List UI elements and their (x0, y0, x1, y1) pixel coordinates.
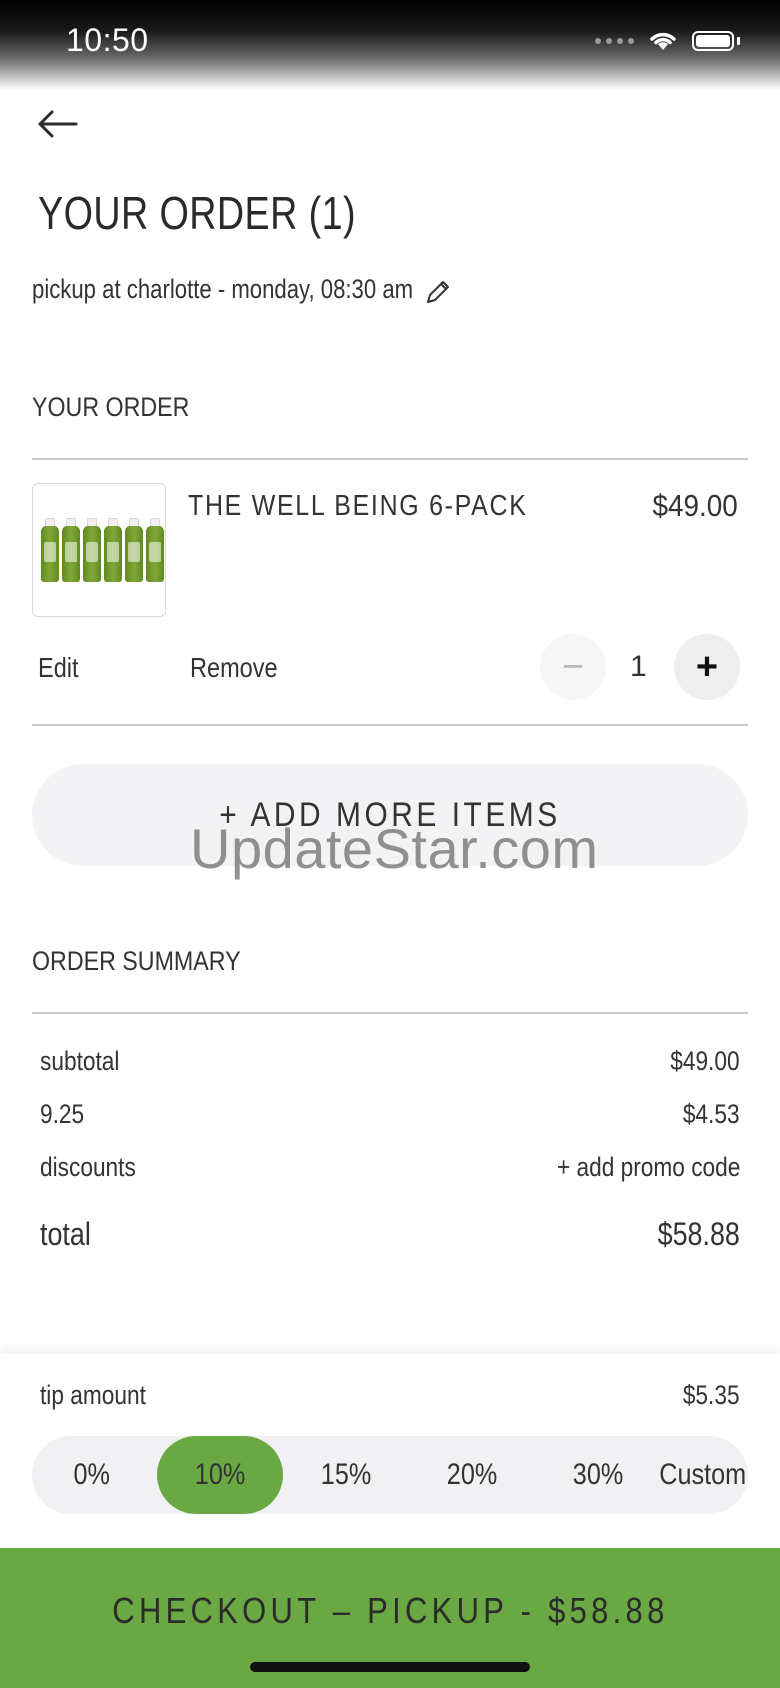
summary-label: discounts (40, 1152, 136, 1182)
item-quantity: 1 (630, 650, 647, 683)
summary-label: subtotal (40, 1046, 120, 1076)
summary-row-total: total $58.88 (40, 1216, 740, 1253)
edit-item-button[interactable]: Edit (38, 652, 79, 684)
status-time: 10:50 (66, 22, 149, 58)
home-indicator (250, 1662, 530, 1672)
signal-icon (595, 38, 634, 44)
product-image[interactable] (32, 483, 166, 617)
summary-label: 9.25 (40, 1099, 85, 1129)
item-name: THE WELL BEING 6-PACK (188, 490, 528, 522)
remove-item-button[interactable]: Remove (190, 652, 278, 684)
increase-quantity-button[interactable]: + (674, 634, 740, 700)
bottles-image (41, 518, 164, 582)
summary-row-tax: 9.25 $4.53 (40, 1099, 740, 1130)
watermark: UpdateStar.com (190, 817, 599, 880)
summary-value: $4.53 (683, 1099, 740, 1129)
tip-option-0[interactable]: 0% (32, 1436, 152, 1514)
checkout-label[interactable]: CHECKOUT – PICKUP - $58.88 (0, 1590, 780, 1632)
tip-row: tip amount $5.35 (40, 1380, 740, 1411)
summary-row-discounts: discounts + add promo code (40, 1152, 740, 1183)
tip-option-30[interactable]: 30% (535, 1436, 661, 1514)
pickup-info: pickup at charlotte - monday, 08:30 am (32, 274, 414, 304)
your-order-heading: YOUR ORDER (32, 392, 190, 422)
divider (32, 1012, 748, 1014)
tip-amount-label: tip amount (40, 1380, 146, 1410)
total-label: total (40, 1216, 91, 1252)
order-summary-heading: ORDER SUMMARY (32, 946, 241, 976)
divider (32, 724, 748, 726)
item-price: $49.00 (652, 488, 738, 523)
decrease-quantity-button[interactable]: − (540, 634, 606, 700)
edit-pickup-pencil-icon[interactable] (424, 278, 452, 306)
status-bar: 10:50 (0, 0, 780, 90)
page-title: YOUR ORDER (1) (38, 187, 357, 239)
divider (32, 458, 748, 460)
back-arrow-icon[interactable] (34, 104, 84, 144)
tip-option-15[interactable]: 15% (283, 1436, 409, 1514)
wifi-icon (650, 32, 676, 50)
tip-option-20[interactable]: 20% (409, 1436, 535, 1514)
tip-option-10-selected[interactable]: 10% (157, 1436, 283, 1514)
battery-icon (692, 31, 734, 51)
total-value: $58.88 (657, 1216, 740, 1252)
tip-option-custom[interactable]: Custom (658, 1436, 748, 1514)
summary-value: $49.00 (670, 1046, 740, 1076)
add-promo-code-link[interactable]: + add promo code (557, 1152, 740, 1183)
status-icons (595, 30, 740, 52)
tip-amount-value: $5.35 (683, 1380, 740, 1410)
summary-row-subtotal: subtotal $49.00 (40, 1046, 740, 1077)
